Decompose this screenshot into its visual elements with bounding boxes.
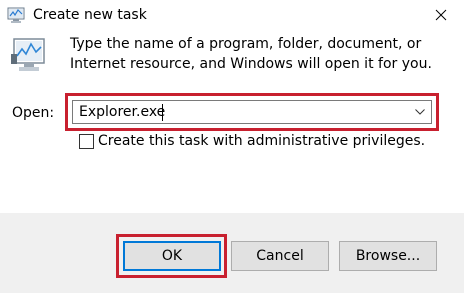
browse-button[interactable]: Browse... [339,241,437,271]
close-icon [435,6,447,25]
open-combobox[interactable]: Explorer.exe [72,100,432,124]
open-label: Open: [12,105,55,121]
instruction-text: Type the name of a program, folder, docu… [70,36,432,72]
text-caret [162,104,163,121]
ok-button[interactable]: OK [123,241,221,271]
admin-privileges-checkbox[interactable] [79,134,94,149]
window-title: Create new task [33,7,147,23]
chevron-down-icon[interactable] [409,101,431,123]
cancel-button[interactable]: Cancel [231,241,329,271]
open-input[interactable]: Explorer.exe [79,103,165,121]
task-manager-icon [7,6,25,24]
admin-privileges-label[interactable]: Create this task with administrative pri… [98,132,425,150]
close-button[interactable] [418,0,464,30]
task-manager-chart-icon [10,36,50,76]
title-bar: Create new task [0,0,464,30]
